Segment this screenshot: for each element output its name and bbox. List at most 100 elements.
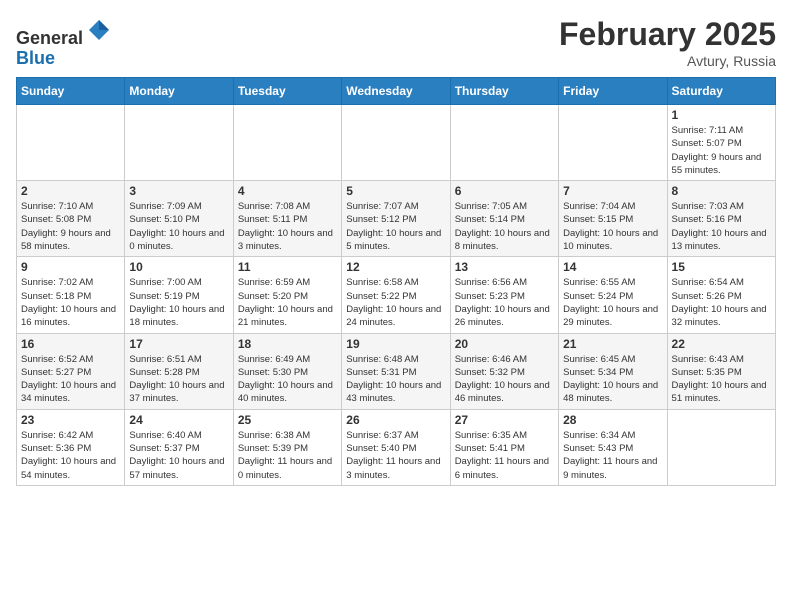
calendar-week-2: 2 Sunrise: 7:10 AM Sunset: 5:08 PM Daylig… xyxy=(17,181,776,257)
day-number: 21 xyxy=(563,337,662,351)
day-number: 13 xyxy=(455,260,554,274)
col-tuesday: Tuesday xyxy=(233,78,341,105)
calendar-cell: 23 Sunrise: 6:42 AM Sunset: 5:36 PM Dayli… xyxy=(17,409,125,485)
calendar-cell: 14 Sunrise: 6:55 AM Sunset: 5:24 PM Dayli… xyxy=(559,257,667,333)
day-info: Sunrise: 6:42 AM Sunset: 5:36 PM Dayligh… xyxy=(21,429,120,482)
logo-blue: Blue xyxy=(16,48,55,68)
calendar-cell: 25 Sunrise: 6:38 AM Sunset: 5:39 PM Dayli… xyxy=(233,409,341,485)
day-info: Sunrise: 7:02 AM Sunset: 5:18 PM Dayligh… xyxy=(21,276,120,329)
col-monday: Monday xyxy=(125,78,233,105)
calendar-cell: 15 Sunrise: 6:54 AM Sunset: 5:26 PM Dayli… xyxy=(667,257,775,333)
calendar-cell xyxy=(125,105,233,181)
day-info: Sunrise: 6:43 AM Sunset: 5:35 PM Dayligh… xyxy=(672,353,771,406)
calendar-cell: 20Sunrise: 6:46 AM Sunset: 5:32 PM Dayli… xyxy=(450,333,558,409)
calendar-cell: 4 Sunrise: 7:08 AM Sunset: 5:11 PM Daylig… xyxy=(233,181,341,257)
logo-general: General xyxy=(16,28,83,48)
calendar-cell: 3 Sunrise: 7:09 AM Sunset: 5:10 PM Daylig… xyxy=(125,181,233,257)
day-info: Sunrise: 7:11 AM Sunset: 5:07 PM Dayligh… xyxy=(672,124,771,177)
day-number: 15 xyxy=(672,260,771,274)
day-number: 19 xyxy=(346,337,445,351)
day-info: Sunrise: 7:03 AM Sunset: 5:16 PM Dayligh… xyxy=(672,200,771,253)
calendar-header-row: Sunday Monday Tuesday Wednesday Thursday… xyxy=(17,78,776,105)
day-info: Sunrise: 7:05 AM Sunset: 5:14 PM Dayligh… xyxy=(455,200,554,253)
calendar-cell: 22 Sunrise: 6:43 AM Sunset: 5:35 PM Dayli… xyxy=(667,333,775,409)
day-info: Sunrise: 6:56 AM Sunset: 5:23 PM Dayligh… xyxy=(455,276,554,329)
calendar-week-5: 23 Sunrise: 6:42 AM Sunset: 5:36 PM Dayli… xyxy=(17,409,776,485)
col-thursday: Thursday xyxy=(450,78,558,105)
day-number: 22 xyxy=(672,337,771,351)
day-info: Sunrise: 6:49 AM Sunset: 5:30 PM Dayligh… xyxy=(238,353,337,406)
calendar-cell: 7Sunrise: 7:04 AM Sunset: 5:15 PM Daylig… xyxy=(559,181,667,257)
calendar-cell: 24 Sunrise: 6:40 AM Sunset: 5:37 PM Dayli… xyxy=(125,409,233,485)
title-area: February 2025 Avtury, Russia xyxy=(559,16,776,69)
calendar-cell: 11Sunrise: 6:59 AM Sunset: 5:20 PM Dayli… xyxy=(233,257,341,333)
day-info: Sunrise: 6:54 AM Sunset: 5:26 PM Dayligh… xyxy=(672,276,771,329)
page-header: General Blue February 2025 Avtury, Russi… xyxy=(16,16,776,69)
col-saturday: Saturday xyxy=(667,78,775,105)
day-info: Sunrise: 6:59 AM Sunset: 5:20 PM Dayligh… xyxy=(238,276,337,329)
calendar-cell xyxy=(667,409,775,485)
calendar-cell: 9 Sunrise: 7:02 AM Sunset: 5:18 PM Daylig… xyxy=(17,257,125,333)
day-info: Sunrise: 6:35 AM Sunset: 5:41 PM Dayligh… xyxy=(455,429,554,482)
day-number: 18 xyxy=(238,337,337,351)
calendar-cell: 6 Sunrise: 7:05 AM Sunset: 5:14 PM Daylig… xyxy=(450,181,558,257)
day-info: Sunrise: 7:10 AM Sunset: 5:08 PM Dayligh… xyxy=(21,200,120,253)
calendar-cell xyxy=(17,105,125,181)
calendar-cell xyxy=(450,105,558,181)
col-sunday: Sunday xyxy=(17,78,125,105)
calendar-cell xyxy=(559,105,667,181)
calendar-cell: 13 Sunrise: 6:56 AM Sunset: 5:23 PM Dayli… xyxy=(450,257,558,333)
day-number: 7 xyxy=(563,184,662,198)
col-wednesday: Wednesday xyxy=(342,78,450,105)
day-number: 28 xyxy=(563,413,662,427)
calendar-cell: 26 Sunrise: 6:37 AM Sunset: 5:40 PM Dayli… xyxy=(342,409,450,485)
day-info: Sunrise: 6:40 AM Sunset: 5:37 PM Dayligh… xyxy=(129,429,228,482)
day-info: Sunrise: 6:37 AM Sunset: 5:40 PM Dayligh… xyxy=(346,429,445,482)
day-info: Sunrise: 7:09 AM Sunset: 5:10 PM Dayligh… xyxy=(129,200,228,253)
calendar-cell: 19 Sunrise: 6:48 AM Sunset: 5:31 PM Dayli… xyxy=(342,333,450,409)
calendar-week-3: 9 Sunrise: 7:02 AM Sunset: 5:18 PM Daylig… xyxy=(17,257,776,333)
calendar-week-4: 16Sunrise: 6:52 AM Sunset: 5:27 PM Dayli… xyxy=(17,333,776,409)
calendar-week-1: 1 Sunrise: 7:11 AM Sunset: 5:07 PM Daylig… xyxy=(17,105,776,181)
day-number: 20 xyxy=(455,337,554,351)
day-info: Sunrise: 6:45 AM Sunset: 5:34 PM Dayligh… xyxy=(563,353,662,406)
day-number: 23 xyxy=(21,413,120,427)
location: Avtury, Russia xyxy=(559,53,776,69)
day-number: 27 xyxy=(455,413,554,427)
day-number: 16 xyxy=(21,337,120,351)
day-number: 4 xyxy=(238,184,337,198)
logo-icon xyxy=(85,16,113,44)
day-number: 3 xyxy=(129,184,228,198)
day-number: 2 xyxy=(21,184,120,198)
day-info: Sunrise: 6:51 AM Sunset: 5:28 PM Dayligh… xyxy=(129,353,228,406)
logo: General Blue xyxy=(16,16,113,69)
calendar-cell xyxy=(233,105,341,181)
day-number: 6 xyxy=(455,184,554,198)
day-number: 26 xyxy=(346,413,445,427)
day-number: 24 xyxy=(129,413,228,427)
day-info: Sunrise: 6:34 AM Sunset: 5:43 PM Dayligh… xyxy=(563,429,662,482)
day-number: 17 xyxy=(129,337,228,351)
col-friday: Friday xyxy=(559,78,667,105)
calendar-cell xyxy=(342,105,450,181)
calendar-cell: 17 Sunrise: 6:51 AM Sunset: 5:28 PM Dayli… xyxy=(125,333,233,409)
day-number: 1 xyxy=(672,108,771,122)
day-info: Sunrise: 7:00 AM Sunset: 5:19 PM Dayligh… xyxy=(129,276,228,329)
calendar-cell: 12Sunrise: 6:58 AM Sunset: 5:22 PM Dayli… xyxy=(342,257,450,333)
day-number: 25 xyxy=(238,413,337,427)
calendar-cell: 21 Sunrise: 6:45 AM Sunset: 5:34 PM Dayli… xyxy=(559,333,667,409)
calendar-cell: 10 Sunrise: 7:00 AM Sunset: 5:19 PM Dayli… xyxy=(125,257,233,333)
day-number: 14 xyxy=(563,260,662,274)
day-number: 9 xyxy=(21,260,120,274)
calendar-cell: 8Sunrise: 7:03 AM Sunset: 5:16 PM Daylig… xyxy=(667,181,775,257)
day-info: Sunrise: 6:48 AM Sunset: 5:31 PM Dayligh… xyxy=(346,353,445,406)
day-info: Sunrise: 7:08 AM Sunset: 5:11 PM Dayligh… xyxy=(238,200,337,253)
day-info: Sunrise: 7:07 AM Sunset: 5:12 PM Dayligh… xyxy=(346,200,445,253)
day-number: 12 xyxy=(346,260,445,274)
calendar-cell: 18 Sunrise: 6:49 AM Sunset: 5:30 PM Dayli… xyxy=(233,333,341,409)
calendar-cell: 28 Sunrise: 6:34 AM Sunset: 5:43 PM Dayli… xyxy=(559,409,667,485)
day-number: 10 xyxy=(129,260,228,274)
day-info: Sunrise: 6:55 AM Sunset: 5:24 PM Dayligh… xyxy=(563,276,662,329)
calendar-cell: 1 Sunrise: 7:11 AM Sunset: 5:07 PM Daylig… xyxy=(667,105,775,181)
day-info: Sunrise: 6:38 AM Sunset: 5:39 PM Dayligh… xyxy=(238,429,337,482)
